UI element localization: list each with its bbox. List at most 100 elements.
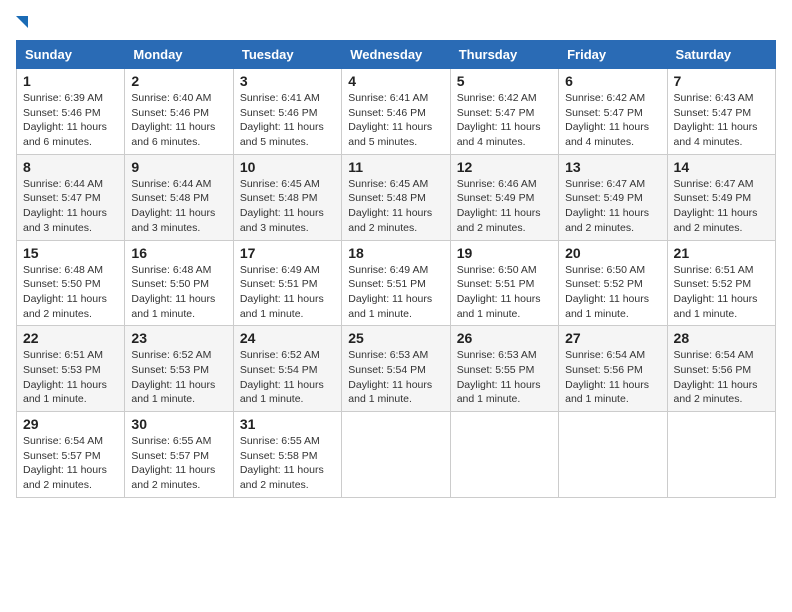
week-row-3: 15 Sunrise: 6:48 AMSunset: 5:50 PMDayligh…: [17, 240, 776, 326]
day-number: 6: [565, 73, 660, 89]
calendar-cell: 13 Sunrise: 6:47 AMSunset: 5:49 PMDayligh…: [559, 154, 667, 240]
calendar-cell: 16Sunrise: 6:48 AMSunset: 5:50 PMDayligh…: [125, 240, 233, 326]
header-sunday: Sunday: [17, 41, 125, 69]
calendar-cell: 28 Sunrise: 6:54 AMSunset: 5:56 PMDayligh…: [667, 326, 775, 412]
calendar-cell: 10 Sunrise: 6:45 AMSunset: 5:48 PMDayligh…: [233, 154, 341, 240]
day-number: 14: [674, 159, 769, 175]
weekday-header-row: SundayMondayTuesdayWednesdayThursdayFrid…: [17, 41, 776, 69]
cell-info: Sunrise: 6:42 AMSunset: 5:47 PMDaylight:…: [565, 92, 649, 148]
day-number: 25: [348, 330, 443, 346]
calendar-cell: 20 Sunrise: 6:50 AMSunset: 5:52 PMDayligh…: [559, 240, 667, 326]
day-number: 2: [131, 73, 226, 89]
header-monday: Monday: [125, 41, 233, 69]
day-number: 31: [240, 416, 335, 432]
logo-triangle-icon: [16, 16, 28, 28]
day-number: 27: [565, 330, 660, 346]
calendar-cell: 5 Sunrise: 6:42 AMSunset: 5:47 PMDaylight…: [450, 69, 558, 155]
calendar-cell: 7 Sunrise: 6:43 AMSunset: 5:47 PMDaylight…: [667, 69, 775, 155]
header-friday: Friday: [559, 41, 667, 69]
calendar-cell: 31Sunrise: 6:55 AMSunset: 5:58 PMDayligh…: [233, 412, 341, 498]
cell-info: Sunrise: 6:54 AMSunset: 5:57 PMDaylight:…: [23, 435, 107, 491]
calendar-cell: 14 Sunrise: 6:47 AMSunset: 5:49 PMDayligh…: [667, 154, 775, 240]
week-row-5: 29 Sunrise: 6:54 AMSunset: 5:57 PMDayligh…: [17, 412, 776, 498]
day-number: 23: [131, 330, 226, 346]
calendar-cell: 27 Sunrise: 6:54 AMSunset: 5:56 PMDayligh…: [559, 326, 667, 412]
calendar-cell: 8 Sunrise: 6:44 AMSunset: 5:47 PMDaylight…: [17, 154, 125, 240]
day-number: 12: [457, 159, 552, 175]
logo: [16, 16, 30, 28]
day-number: 20: [565, 245, 660, 261]
cell-info: Sunrise: 6:44 AMSunset: 5:48 PMDaylight:…: [131, 178, 215, 234]
cell-info: Sunrise: 6:49 AMSunset: 5:51 PMDaylight:…: [240, 264, 324, 320]
calendar-table: SundayMondayTuesdayWednesdayThursdayFrid…: [16, 40, 776, 498]
cell-info: Sunrise: 6:41 AMSunset: 5:46 PMDaylight:…: [240, 92, 324, 148]
day-number: 5: [457, 73, 552, 89]
day-number: 15: [23, 245, 118, 261]
cell-info: Sunrise: 6:53 AMSunset: 5:55 PMDaylight:…: [457, 349, 541, 405]
cell-info: Sunrise: 6:47 AMSunset: 5:49 PMDaylight:…: [565, 178, 649, 234]
calendar-cell: 4 Sunrise: 6:41 AMSunset: 5:46 PMDaylight…: [342, 69, 450, 155]
calendar-cell: 22 Sunrise: 6:51 AMSunset: 5:53 PMDayligh…: [17, 326, 125, 412]
day-number: 9: [131, 159, 226, 175]
day-number: 11: [348, 159, 443, 175]
cell-info: Sunrise: 6:52 AMSunset: 5:54 PMDaylight:…: [240, 349, 324, 405]
calendar-cell: 1 Sunrise: 6:39 AMSunset: 5:46 PMDaylight…: [17, 69, 125, 155]
day-number: 3: [240, 73, 335, 89]
cell-info: Sunrise: 6:55 AMSunset: 5:57 PMDaylight:…: [131, 435, 215, 491]
day-number: 10: [240, 159, 335, 175]
calendar-cell: 6 Sunrise: 6:42 AMSunset: 5:47 PMDaylight…: [559, 69, 667, 155]
cell-info: Sunrise: 6:49 AMSunset: 5:51 PMDaylight:…: [348, 264, 432, 320]
day-number: 4: [348, 73, 443, 89]
cell-info: Sunrise: 6:48 AMSunset: 5:50 PMDaylight:…: [23, 264, 107, 320]
header-tuesday: Tuesday: [233, 41, 341, 69]
cell-info: Sunrise: 6:48 AMSunset: 5:50 PMDaylight:…: [131, 264, 215, 320]
cell-info: Sunrise: 6:50 AMSunset: 5:51 PMDaylight:…: [457, 264, 541, 320]
week-row-4: 22 Sunrise: 6:51 AMSunset: 5:53 PMDayligh…: [17, 326, 776, 412]
calendar-cell: 19 Sunrise: 6:50 AMSunset: 5:51 PMDayligh…: [450, 240, 558, 326]
day-number: 18: [348, 245, 443, 261]
cell-info: Sunrise: 6:54 AMSunset: 5:56 PMDaylight:…: [674, 349, 758, 405]
calendar-cell: 18 Sunrise: 6:49 AMSunset: 5:51 PMDayligh…: [342, 240, 450, 326]
header-wednesday: Wednesday: [342, 41, 450, 69]
cell-info: Sunrise: 6:51 AMSunset: 5:52 PMDaylight:…: [674, 264, 758, 320]
cell-info: Sunrise: 6:51 AMSunset: 5:53 PMDaylight:…: [23, 349, 107, 405]
cell-info: Sunrise: 6:42 AMSunset: 5:47 PMDaylight:…: [457, 92, 541, 148]
day-number: 30: [131, 416, 226, 432]
calendar-cell: 17Sunrise: 6:49 AMSunset: 5:51 PMDayligh…: [233, 240, 341, 326]
calendar-cell: 12Sunrise: 6:46 AMSunset: 5:49 PMDayligh…: [450, 154, 558, 240]
calendar-cell: 24 Sunrise: 6:52 AMSunset: 5:54 PMDayligh…: [233, 326, 341, 412]
day-number: 8: [23, 159, 118, 175]
header: [16, 16, 776, 28]
day-number: 22: [23, 330, 118, 346]
day-number: 13: [565, 159, 660, 175]
calendar-cell: 9 Sunrise: 6:44 AMSunset: 5:48 PMDaylight…: [125, 154, 233, 240]
cell-info: Sunrise: 6:39 AMSunset: 5:46 PMDaylight:…: [23, 92, 107, 148]
day-number: 1: [23, 73, 118, 89]
calendar-cell: 2 Sunrise: 6:40 AMSunset: 5:46 PMDaylight…: [125, 69, 233, 155]
cell-info: Sunrise: 6:41 AMSunset: 5:46 PMDaylight:…: [348, 92, 432, 148]
cell-info: Sunrise: 6:54 AMSunset: 5:56 PMDaylight:…: [565, 349, 649, 405]
week-row-2: 8 Sunrise: 6:44 AMSunset: 5:47 PMDaylight…: [17, 154, 776, 240]
day-number: 29: [23, 416, 118, 432]
cell-info: Sunrise: 6:40 AMSunset: 5:46 PMDaylight:…: [131, 92, 215, 148]
calendar-cell: [342, 412, 450, 498]
day-number: 7: [674, 73, 769, 89]
week-row-1: 1 Sunrise: 6:39 AMSunset: 5:46 PMDaylight…: [17, 69, 776, 155]
cell-info: Sunrise: 6:52 AMSunset: 5:53 PMDaylight:…: [131, 349, 215, 405]
calendar-cell: [450, 412, 558, 498]
day-number: 28: [674, 330, 769, 346]
cell-info: Sunrise: 6:44 AMSunset: 5:47 PMDaylight:…: [23, 178, 107, 234]
cell-info: Sunrise: 6:45 AMSunset: 5:48 PMDaylight:…: [348, 178, 432, 234]
calendar-cell: 15 Sunrise: 6:48 AMSunset: 5:50 PMDayligh…: [17, 240, 125, 326]
cell-info: Sunrise: 6:47 AMSunset: 5:49 PMDaylight:…: [674, 178, 758, 234]
cell-info: Sunrise: 6:53 AMSunset: 5:54 PMDaylight:…: [348, 349, 432, 405]
calendar-cell: 29 Sunrise: 6:54 AMSunset: 5:57 PMDayligh…: [17, 412, 125, 498]
day-number: 19: [457, 245, 552, 261]
cell-info: Sunrise: 6:50 AMSunset: 5:52 PMDaylight:…: [565, 264, 649, 320]
day-number: 24: [240, 330, 335, 346]
day-number: 21: [674, 245, 769, 261]
cell-info: Sunrise: 6:43 AMSunset: 5:47 PMDaylight:…: [674, 92, 758, 148]
calendar-cell: 26Sunrise: 6:53 AMSunset: 5:55 PMDayligh…: [450, 326, 558, 412]
cell-info: Sunrise: 6:45 AMSunset: 5:48 PMDaylight:…: [240, 178, 324, 234]
calendar-cell: 30 Sunrise: 6:55 AMSunset: 5:57 PMDayligh…: [125, 412, 233, 498]
